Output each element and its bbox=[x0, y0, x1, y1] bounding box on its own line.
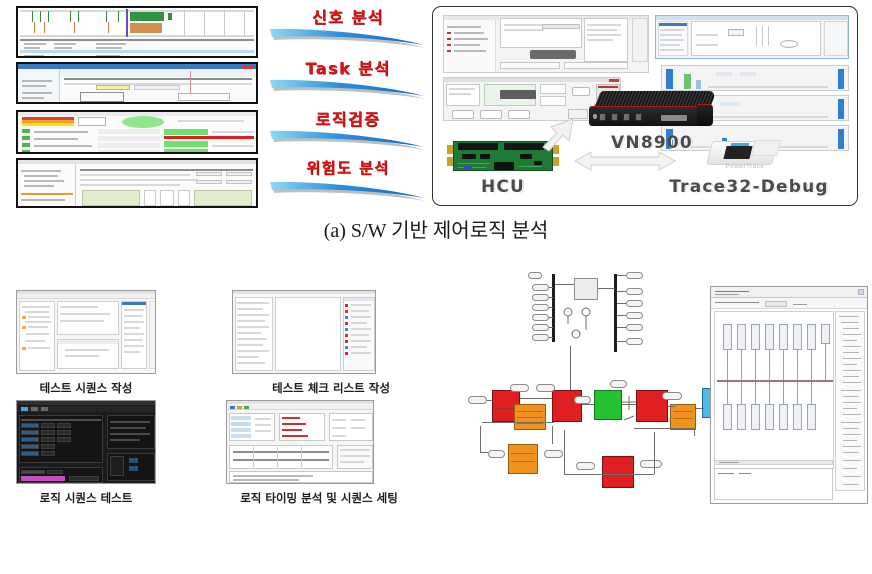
simulink-block-orange-1 bbox=[514, 404, 546, 430]
screenshot-tool-editor bbox=[443, 15, 649, 73]
swoosh-arrow-icon bbox=[270, 28, 426, 48]
canoe-node bbox=[751, 404, 760, 430]
simulink-block-orange-2 bbox=[670, 404, 696, 430]
step-label-timing-analysis: 로직 타이밍 분석 및 시퀀스 세팅 bbox=[240, 491, 398, 505]
canoe-node bbox=[793, 404, 802, 430]
canoe-node bbox=[737, 404, 746, 430]
simulink-block-diagram bbox=[452, 268, 754, 508]
canoe-node bbox=[723, 324, 732, 350]
arrow-double-horizontal-icon bbox=[573, 151, 677, 171]
simulink-block-green bbox=[594, 390, 622, 420]
analysis-label-logic-text: 로직검증 bbox=[315, 110, 381, 129]
analysis-label-task-text: Task 분석 bbox=[305, 59, 391, 78]
arrow-up-right-icon bbox=[542, 118, 574, 152]
simulink-block-red-2 bbox=[552, 390, 582, 422]
canoe-titlebar bbox=[711, 287, 867, 298]
swoosh-arrow-icon bbox=[270, 130, 426, 150]
canoe-signal-list[interactable] bbox=[835, 311, 865, 491]
canoe-node bbox=[793, 324, 802, 350]
trace32-label: Trace32-Debug bbox=[669, 177, 829, 197]
vn8900-device-image bbox=[589, 91, 717, 129]
figure-root: 신호 분석 Task 분석 로직검증 위험도 분석 VN8900 HCU Pow… bbox=[0, 0, 872, 574]
canoe-bus-diagram bbox=[714, 311, 834, 469]
analysis-label-risk-text: 위험도 분석 bbox=[306, 159, 390, 177]
screenshot-test-check-list bbox=[232, 290, 376, 374]
caption-a: (a) S/W 기반 제어로직 분석 bbox=[323, 220, 549, 242]
waveform-canvas bbox=[18, 8, 256, 38]
switch-block-icon bbox=[622, 396, 636, 421]
analysis-label-column: 신호 분석 Task 분석 로직검증 위험도 분석 bbox=[266, 4, 430, 208]
chart-thumbnail-1 bbox=[661, 65, 849, 91]
simulink-block-orange-3 bbox=[508, 444, 538, 474]
screenshot-task-analysis bbox=[16, 62, 258, 104]
screenshot-logic-sequence-test bbox=[16, 400, 156, 484]
screenshot-model-viewer bbox=[655, 15, 849, 59]
panel-a-sw-control-logic-analysis: 신호 분석 Task 분석 로직검증 위험도 분석 VN8900 HCU Pow… bbox=[0, 0, 872, 242]
canoe-node bbox=[765, 404, 774, 430]
canoe-node bbox=[807, 324, 816, 350]
canoe-node bbox=[751, 324, 760, 350]
canoe-output-pane bbox=[714, 468, 833, 500]
logic-gate-icons bbox=[563, 307, 591, 339]
powertrace-brand-mark: PowerTrace bbox=[725, 164, 765, 170]
panel-b-tae-verification: 테스트 시퀀스 작성 테스트 체크 리스트 작성 로직 시퀀스 테스트 로직 타… bbox=[0, 272, 446, 540]
step-label-test-sequence: 테스트 시퀀스 작성 bbox=[39, 381, 133, 395]
canoe-node bbox=[737, 324, 746, 350]
analysis-label-task: Task 분석 bbox=[266, 55, 430, 106]
swoosh-arrow-icon bbox=[270, 79, 426, 99]
simulink-block-red-4 bbox=[602, 456, 634, 488]
hcu-label: HCU bbox=[480, 177, 526, 197]
screenshot-risk-analysis bbox=[16, 158, 258, 208]
canoe-node bbox=[807, 404, 816, 430]
swoosh-arrow-icon bbox=[270, 181, 426, 201]
canoe-node bbox=[765, 324, 774, 350]
hardware-bench-panel: VN8900 HCU PowerTrace Trace32-Debug bbox=[432, 6, 858, 206]
canoe-node bbox=[779, 324, 788, 350]
step-label-test-check-list: 테스트 체크 리스트 작성 bbox=[272, 381, 390, 395]
analysis-label-signal: 신호 분석 bbox=[266, 4, 430, 55]
powertrace-device-image: PowerTrace bbox=[703, 137, 789, 177]
analysis-label-signal-text: 신호 분석 bbox=[312, 8, 384, 27]
subsystem-block bbox=[574, 278, 598, 300]
screenshot-logic-verification bbox=[16, 110, 258, 154]
canoe-node bbox=[821, 324, 830, 344]
canoe-node bbox=[723, 404, 732, 430]
step-label-logic-sequence-test: 로직 시퀀스 테스트 bbox=[39, 491, 133, 505]
analysis-label-risk: 위험도 분석 bbox=[266, 157, 430, 208]
vn8900-front-panel bbox=[589, 106, 701, 126]
screenshot-test-sequence-authoring bbox=[16, 290, 156, 374]
canoe-status-strip bbox=[714, 460, 833, 465]
canoe-toolbar[interactable] bbox=[711, 298, 867, 309]
panel-c-canoe-simulink-model: (c) CANoe / Simulink 제어기 모델 bbox=[452, 268, 872, 540]
canoe-window bbox=[710, 286, 868, 504]
panel-a-screenshot-stack bbox=[16, 6, 258, 208]
screenshot-signal-trace bbox=[16, 6, 258, 58]
screenshot-timing-analysis bbox=[226, 400, 374, 484]
canoe-node bbox=[779, 404, 788, 430]
canoe-bus-line bbox=[717, 380, 833, 382]
analysis-label-logic: 로직검증 bbox=[266, 106, 430, 157]
